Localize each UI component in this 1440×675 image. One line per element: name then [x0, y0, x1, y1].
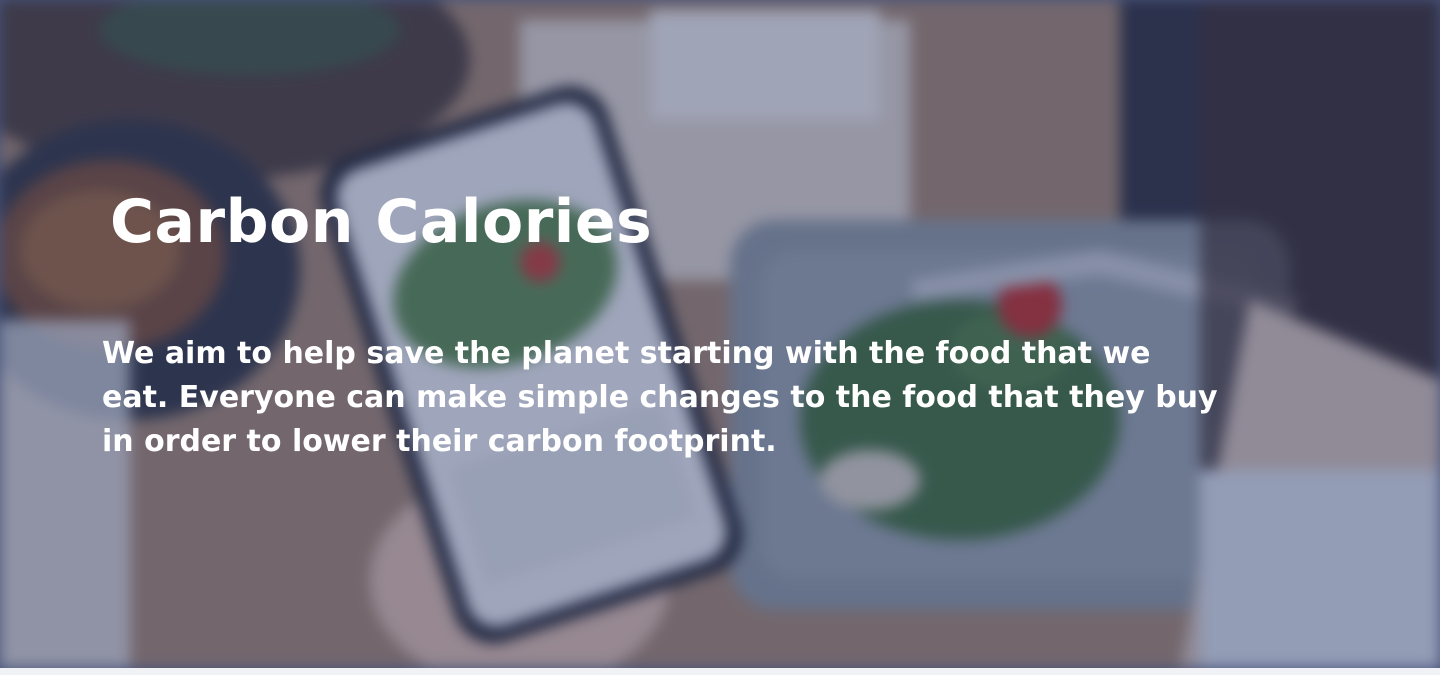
- hero-banner: Carbon Calories We aim to help save the …: [0, 0, 1440, 668]
- hero-description: We aim to help save the planet starting …: [102, 336, 1218, 459]
- hero-title: Carbon Calories: [110, 187, 653, 257]
